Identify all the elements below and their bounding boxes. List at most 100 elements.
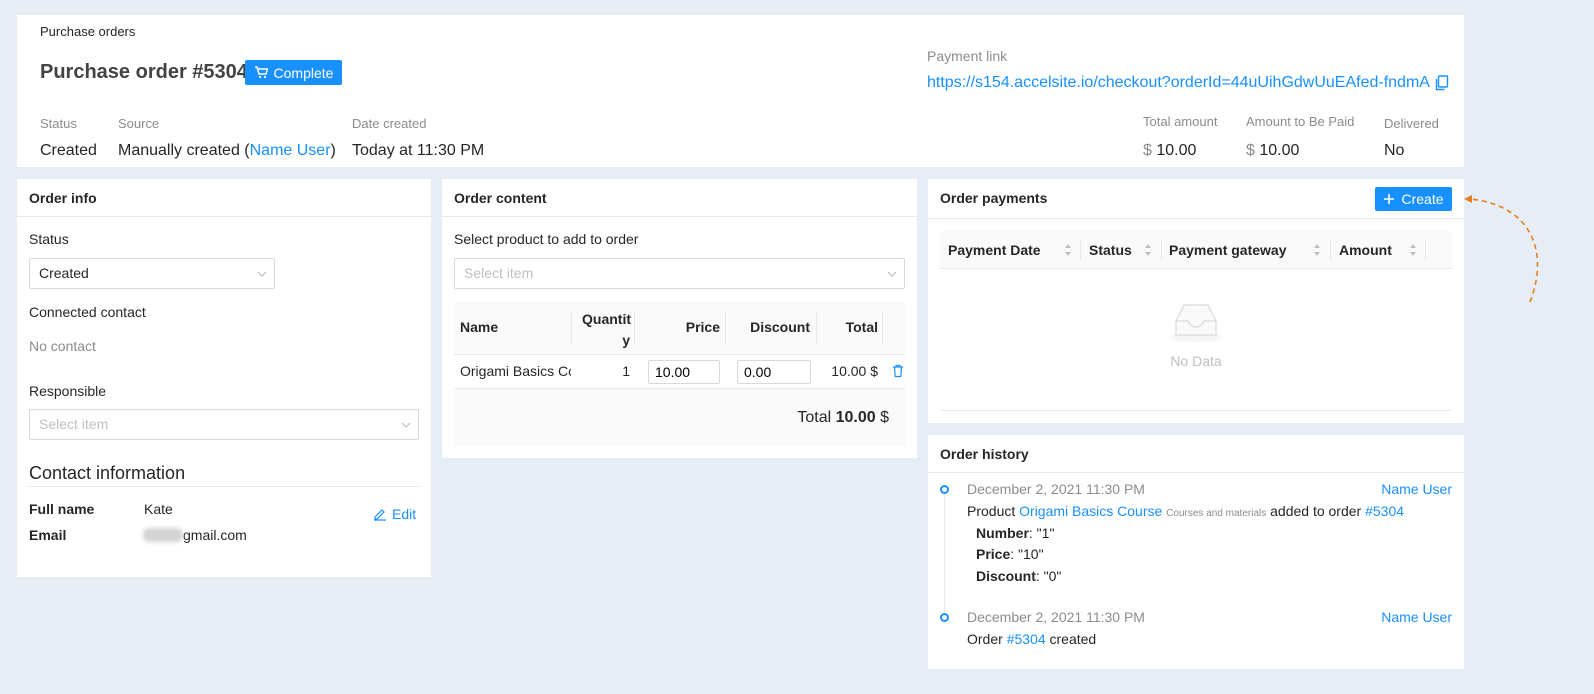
payment-link-label: Payment link	[927, 48, 1008, 64]
edit-contact-button[interactable]: Edit	[373, 506, 416, 522]
create-button-label: Create	[1401, 191, 1444, 207]
select-product-label: Select product to add to order	[454, 231, 639, 247]
full-name-label: Full name	[29, 501, 95, 517]
col-separator	[1330, 240, 1331, 260]
col-separator	[571, 311, 572, 345]
history-user-link[interactable]: Name User	[1381, 609, 1452, 625]
total-amount-value: $ 10.00	[1143, 142, 1196, 160]
divider	[29, 486, 419, 487]
complete-button-label: Complete	[273, 64, 334, 81]
product-select-placeholder: Select item	[464, 265, 534, 281]
create-payment-button[interactable]: Create	[1375, 187, 1452, 211]
order-ref-link[interactable]: #5304	[1007, 631, 1046, 647]
col-total: Total	[845, 319, 878, 335]
email-redacted-blur	[143, 528, 183, 542]
trash-icon[interactable]	[892, 364, 904, 378]
col-payment-gateway[interactable]: Payment gateway	[1169, 242, 1287, 258]
order-total-label: Total	[797, 409, 832, 426]
col-separator	[1080, 240, 1081, 260]
col-status[interactable]: Status	[1089, 242, 1132, 258]
date-created-value: Today at 11:30 PM	[352, 142, 485, 159]
discount-input[interactable]	[737, 360, 811, 384]
connected-contact-label: Connected contact	[29, 304, 146, 320]
breadcrumb[interactable]: Purchase orders	[40, 24, 135, 39]
status-field-label: Status	[29, 231, 69, 247]
detail-value: : "1"	[1028, 525, 1055, 541]
chevron-down-icon	[257, 271, 267, 277]
col-separator	[634, 311, 635, 345]
payments-table-header: Payment Date Status Payment gateway Amou…	[940, 231, 1452, 269]
col-quantity: Quantit y	[582, 309, 631, 351]
order-content-panel: Order content Select product to add to o…	[442, 179, 917, 458]
copy-icon[interactable]	[1435, 75, 1449, 91]
chevron-down-icon	[401, 422, 411, 428]
amount-to-pay-label: Amount to Be Paid	[1246, 114, 1355, 129]
status-value: Created	[40, 142, 97, 159]
email-value: gmail.com	[143, 527, 247, 543]
order-history-title: Order history	[928, 435, 1464, 473]
col-separator	[725, 311, 726, 345]
total-number: 10.00	[1156, 142, 1197, 159]
full-name-value: Kate	[144, 501, 173, 517]
source-value: Manually created (Name User)	[118, 142, 336, 160]
cart-icon	[254, 66, 268, 79]
empty-text: No Data	[1170, 353, 1222, 369]
col-quantity-line1: Quantit	[582, 311, 631, 327]
payment-link-row: https://s154.accelsite.io/checkout?order…	[927, 74, 1449, 92]
pencil-icon	[374, 509, 386, 521]
detail-value: : "10"	[1010, 546, 1044, 562]
history-middle: added to order	[1266, 503, 1366, 519]
amount-to-pay-value: $ 10.00	[1246, 142, 1299, 160]
responsible-select[interactable]: Select item	[29, 409, 419, 440]
order-total-currency: $	[880, 409, 889, 426]
delivered-label: Delivered	[1384, 116, 1439, 131]
order-header: Purchase orders Purchase order #5304 Com…	[17, 15, 1464, 167]
complete-button[interactable]: Complete	[245, 60, 342, 85]
sort-icon[interactable]	[1313, 243, 1321, 257]
product-link[interactable]: Origami Basics Course	[1019, 503, 1162, 519]
order-history-panel: Order history December 2, 2021 11:30 PM …	[928, 435, 1464, 669]
order-ref-link[interactable]: #5304	[1365, 503, 1404, 519]
status-select[interactable]: Created	[29, 258, 275, 289]
contact-information-heading: Contact information	[29, 463, 186, 483]
timeline-dot	[940, 613, 949, 622]
col-separator	[816, 311, 817, 345]
timeline-line	[944, 491, 945, 621]
annotation-arrow	[1464, 195, 1539, 303]
history-detail: Discount: "0"	[976, 568, 1061, 584]
col-separator	[882, 311, 883, 345]
col-separator	[1425, 240, 1426, 260]
col-separator	[1161, 240, 1162, 260]
responsible-placeholder: Select item	[39, 416, 109, 432]
sort-icon[interactable]	[1064, 243, 1072, 257]
order-content-title: Order content	[442, 179, 917, 217]
email-domain: gmail.com	[183, 527, 247, 543]
sort-icon[interactable]	[1409, 243, 1417, 257]
order-total-value: 10.00	[835, 409, 876, 426]
detail-key: Price	[976, 546, 1011, 562]
product-name-link[interactable]: Origami Basics Cou	[460, 363, 571, 379]
responsible-label: Responsible	[29, 383, 107, 399]
row-quantity: 1	[622, 363, 630, 379]
history-date: December 2, 2021 11:30 PM	[967, 609, 1145, 625]
source-prefix: Manually created (	[118, 142, 250, 159]
price-input[interactable]	[648, 360, 720, 384]
col-amount[interactable]: Amount	[1339, 242, 1392, 258]
history-suffix: created	[1045, 631, 1097, 647]
detail-key: Discount	[976, 568, 1036, 584]
connected-contact-value: No contact	[29, 338, 96, 354]
history-entry-text: Order #5304 created	[967, 631, 1096, 647]
total-currency: $	[1143, 142, 1152, 159]
sort-icon[interactable]	[1144, 243, 1152, 257]
source-user-link[interactable]: Name User	[250, 142, 331, 159]
chevron-down-icon	[887, 271, 897, 277]
email-label: Email	[29, 527, 67, 543]
payment-link[interactable]: https://s154.accelsite.io/checkout?order…	[927, 74, 1430, 92]
plus-icon	[1384, 194, 1395, 204]
col-payment-date[interactable]: Payment Date	[948, 242, 1041, 258]
product-select[interactable]: Select item	[454, 258, 905, 289]
history-user-link[interactable]: Name User	[1381, 481, 1452, 497]
row-total: 10.00 $	[831, 363, 878, 379]
timeline-dot	[940, 485, 949, 494]
order-info-title: Order info	[17, 179, 431, 217]
